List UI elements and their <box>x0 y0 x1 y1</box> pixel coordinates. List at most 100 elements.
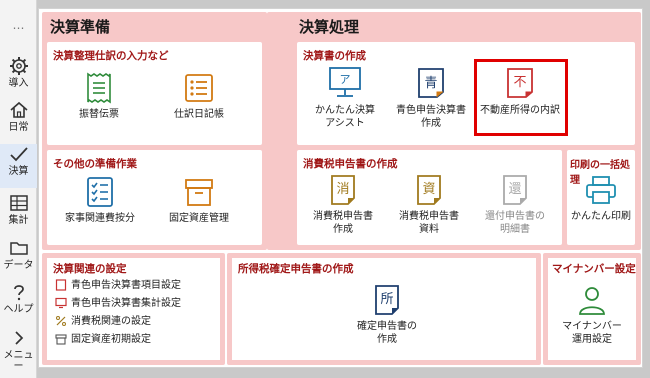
income-tax-card: 所得税確定申告書の作成 所 確定申告書の 作成 <box>227 253 541 365</box>
sidebar-item-data[interactable]: データ <box>0 238 37 282</box>
sidebar-item-summary[interactable]: 集計 <box>0 193 37 237</box>
prep-section-title: 決算準備 <box>50 18 111 36</box>
home-icon <box>9 101 28 118</box>
main-panel: 決算準備 決算整理仕訳の入力など 振替伝票 仕訳日記帳 その他の準備作業 家事関… <box>38 8 643 368</box>
tile-label: 振替伝票 <box>79 109 119 120</box>
tile-label: 作成 <box>377 334 397 345</box>
glyph-kanpu: 還 <box>508 182 521 197</box>
mynumber-settings-button[interactable]: マイナンバー 運用設定 <box>548 284 636 346</box>
consumption-tax-card: 消費税申告書の作成 消 消費税申告書 作成 資 消費税申告書 資料 還 還付申告… <box>297 150 562 245</box>
prep-section: 決算準備 決算整理仕訳の入力など 振替伝票 仕訳日記帳 その他の準備作業 家事関… <box>42 12 267 250</box>
sidebar-item-daily[interactable]: 日常 <box>0 100 37 144</box>
table-icon <box>9 195 28 211</box>
percent-icon <box>56 316 66 326</box>
sidebar-item-menu[interactable]: メニュー <box>0 328 37 372</box>
settings-item-label: 青色申告決算書項目設定 <box>71 280 181 291</box>
proc-section: 決算処理 決算書の作成 ア かんたん決算 アシスト 青 青色申告決算書 作成 不… <box>267 12 641 250</box>
income-tax-card-title: 所得税確定申告書の作成 <box>238 263 354 275</box>
app-window: … 導入 日常 決算 集計 データ ヘルプ メニュー 決算準備 決算整理仕訳の入… <box>0 0 650 378</box>
sidebar-item-label: 集計 <box>8 215 29 226</box>
monitor-red-icon <box>55 297 67 309</box>
tile-label: 還付申告書の <box>485 211 545 222</box>
journal-card: 決算整理仕訳の入力など 振替伝票 仕訳日記帳 <box>47 42 262 145</box>
tile-label: かんたん決算 <box>315 105 375 116</box>
tile-label: 固定資産管理 <box>169 213 229 224</box>
settings-item[interactable]: 青色申告決算書集計設定 <box>55 296 181 312</box>
settings-card: 決算関連の設定 青色申告決算書項目設定 青色申告決算書集計設定 消費税関連の設定… <box>42 253 225 365</box>
income-form-icon: 所 <box>375 285 399 315</box>
printer-icon <box>586 176 616 204</box>
doc-red-icon <box>55 279 67 291</box>
glyph-blue: 青 <box>424 76 437 91</box>
tile-label: 消費税申告書 <box>399 211 459 222</box>
monitor-icon: ア <box>329 67 361 97</box>
refund-statement-button[interactable]: 還 還付申告書の 明細書 <box>473 174 557 236</box>
sidebar-item-setup[interactable]: 導入 <box>0 56 37 100</box>
settings-item-label: 固定資産初期設定 <box>71 334 151 345</box>
blue-form-icon: 青 <box>418 68 444 98</box>
transfer-slip-button[interactable]: 振替伝票 <box>59 72 139 121</box>
journal-ledger-button[interactable]: 仕訳日記帳 <box>149 72 249 121</box>
gear-icon <box>9 57 28 75</box>
glyph-shohi: 消 <box>336 182 349 197</box>
tile-label: 仕訳日記帳 <box>174 109 224 120</box>
glyph-kantan: ア <box>340 73 351 86</box>
household-allocation-button[interactable]: 家事関連費按分 <box>55 176 145 225</box>
tile-label: かんたん印刷 <box>571 211 631 222</box>
proc-section-title: 決算処理 <box>299 18 360 36</box>
tile-label: 家事関連費按分 <box>65 213 135 224</box>
tile-label: マイナンバー <box>562 321 622 332</box>
sidebar-item-help[interactable]: ヘルプ <box>0 282 37 326</box>
sidebar: … 導入 日常 決算 集計 データ ヘルプ メニュー <box>0 0 37 378</box>
easy-print-button[interactable]: かんたん印刷 <box>567 174 635 223</box>
other-prep-card: その他の準備作業 家事関連費按分 固定資産管理 <box>47 150 262 245</box>
list-icon <box>185 74 213 102</box>
tax-form-icon: 消 <box>331 175 355 205</box>
selection-highlight <box>474 59 568 136</box>
settings-item[interactable]: 青色申告決算書項目設定 <box>55 278 181 294</box>
box-icon <box>185 179 213 206</box>
tile-label: アシスト <box>325 118 365 129</box>
checklist-icon <box>87 177 113 207</box>
sidebar-item-label: データ <box>3 260 34 271</box>
tile-label: 確定申告書の <box>357 321 417 332</box>
mynumber-card: マイナンバー設定 マイナンバー 運用設定 <box>543 253 641 365</box>
tile-label: 作成 <box>421 118 441 129</box>
sidebar-item-label: 導入 <box>8 78 29 89</box>
sidebar-item-label: ヘルプ <box>3 304 34 315</box>
tile-label: 資料 <box>419 224 439 235</box>
kantan-assist-button[interactable]: ア かんたん決算 アシスト <box>305 66 385 130</box>
glyph-kakutei: 所 <box>380 292 393 307</box>
settings-item[interactable]: 消費税関連の設定 <box>55 314 151 330</box>
tile-label: 運用設定 <box>572 334 612 345</box>
check-icon <box>9 147 28 162</box>
refund-form-icon: 還 <box>503 175 527 205</box>
settings-item[interactable]: 固定資産初期設定 <box>55 332 151 348</box>
blue-return-button[interactable]: 青 青色申告決算書 作成 <box>385 66 477 130</box>
box-small-icon <box>55 334 67 345</box>
tile-label: 青色申告決算書 <box>396 105 466 116</box>
mynumber-card-title: マイナンバー設定 <box>552 263 636 275</box>
sidebar-item-closing[interactable]: 決算 <box>0 144 37 188</box>
settings-item-label: 青色申告決算書集計設定 <box>71 298 181 309</box>
sidebar-item-label: 決算 <box>8 166 29 177</box>
sidebar-item-label: 日常 <box>8 122 29 133</box>
glyph-shiryo: 資 <box>422 182 435 197</box>
tile-label: 消費税申告書 <box>313 211 373 222</box>
statements-card: 決算書の作成 ア かんたん決算 アシスト 青 青色申告決算書 作成 不 不動産所… <box>297 42 635 145</box>
journal-card-title: 決算整理仕訳の入力など <box>53 50 169 62</box>
help-icon <box>13 285 24 301</box>
final-return-button[interactable]: 所 確定申告書の 作成 <box>342 284 432 346</box>
statements-card-title: 決算書の作成 <box>303 50 366 62</box>
fixed-asset-button[interactable]: 固定資産管理 <box>149 176 249 225</box>
tax-return-create-button[interactable]: 消 消費税申告書 作成 <box>301 174 385 236</box>
sidebar-item-label: メニュー <box>3 350 34 372</box>
other-prep-card-title: その他の準備作業 <box>53 158 137 170</box>
consumption-tax-card-title: 消費税申告書の作成 <box>303 158 398 170</box>
person-icon <box>579 287 605 315</box>
tax-return-materials-button[interactable]: 資 消費税申告書 資料 <box>387 174 471 236</box>
tile-label: 作成 <box>333 224 353 235</box>
print-card: 印刷の一括処理 かんたん印刷 <box>567 150 635 245</box>
folder-icon <box>9 242 28 255</box>
more-icon[interactable]: … <box>0 18 37 32</box>
